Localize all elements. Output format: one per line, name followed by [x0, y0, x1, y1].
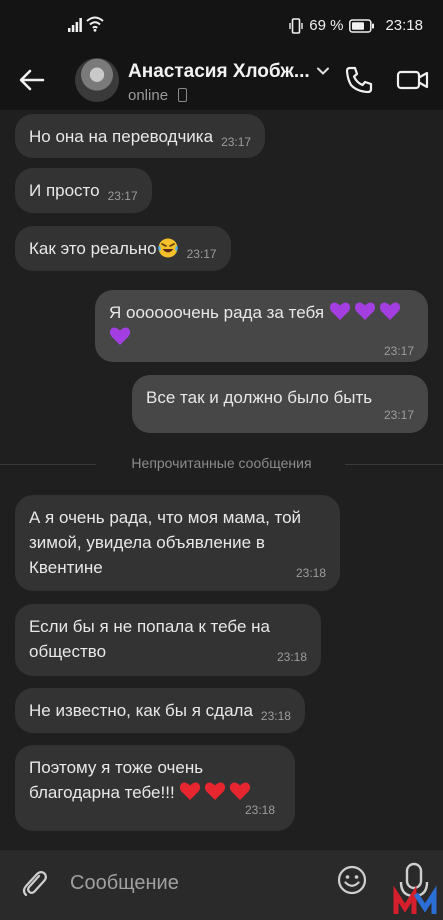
unread-divider-label: Непрочитанные сообщения [131, 455, 312, 471]
message-bubble-incoming[interactable]: Не известно, как бы я сдала 23:18 [15, 688, 305, 733]
unread-divider: Непрочитанные сообщения [0, 455, 443, 475]
smiley-icon[interactable] [336, 864, 368, 896]
message-text: Как это реально [29, 239, 157, 258]
message-time: 23:17 [186, 247, 217, 261]
message-text: Все так и должно было быть [146, 388, 373, 407]
battery-percent: 69 % [309, 17, 344, 34]
message-text: Я оооооочень рада за тебя [109, 303, 325, 322]
mobile-device-icon [178, 88, 187, 102]
message-bubble-incoming[interactable]: Но она на переводчика 23:17 [15, 114, 266, 158]
message-time: 23:18 [260, 709, 291, 723]
purple-heart-icon [109, 327, 131, 345]
red-hearts [179, 782, 254, 802]
phone-icon[interactable] [343, 64, 375, 96]
clock: 23:18 [385, 17, 423, 34]
microphone-icon[interactable] [392, 858, 438, 916]
message-bubble-outgoing[interactable]: Я оооооочень рада за тебя 23:17 [95, 290, 428, 362]
message-time: 23:17 [107, 189, 138, 203]
divider-line [345, 464, 443, 465]
message-bubble-incoming[interactable]: А я очень рада, что моя мама, той зимой,… [15, 495, 340, 591]
message-list[interactable]: Но она на переводчика 23:17 И просто 23:17… [0, 110, 443, 850]
purple-heart-icon [354, 302, 375, 320]
message-time: 23:17 [383, 344, 414, 358]
signal-icon [68, 18, 82, 32]
message-input[interactable] [70, 867, 325, 899]
video-camera-icon[interactable] [396, 64, 430, 96]
red-heart-icon [230, 782, 251, 800]
message-text: Но она на переводчика [29, 127, 214, 146]
red-heart-icon [205, 782, 226, 800]
contact-avatar[interactable] [75, 58, 119, 102]
contact-name[interactable]: Анастасия Хлобж... [128, 61, 313, 83]
message-text: Не известно, как бы я сдала [29, 701, 253, 720]
red-heart-icon [180, 782, 201, 800]
battery-icon [349, 18, 375, 33]
purple-heart-icon [379, 302, 400, 320]
composer-bar [0, 850, 443, 920]
message-text: Поэтому я тоже очень благодарна тебе!!! [29, 758, 204, 802]
purple-heart-icon [329, 302, 350, 320]
wifi-icon [86, 16, 104, 32]
message-bubble-incoming[interactable]: Если бы я не попала к тебе на общество 2… [15, 604, 321, 676]
message-bubble-outgoing[interactable]: Все так и должно было быть 23:17 [132, 375, 428, 433]
status-bar: 69 % 23:18 [0, 0, 443, 50]
message-time: 23:17 [221, 135, 252, 149]
paperclip-icon[interactable] [18, 867, 50, 899]
message-bubble-incoming[interactable]: Поэтому я тоже очень благодарна тебе!!! … [15, 745, 295, 831]
message-bubble-incoming[interactable]: И просто 23:17 [15, 168, 152, 213]
contact-status: online [128, 87, 169, 104]
message-time: 23:17 [383, 408, 414, 422]
chevron-down-icon[interactable] [316, 64, 330, 78]
back-arrow-icon[interactable] [16, 64, 48, 96]
vibrate-icon [289, 17, 303, 34]
message-bubble-incoming[interactable]: Как это реально 23:17 [15, 226, 231, 271]
laughing-tears-emoji-icon [157, 238, 178, 258]
message-time: 23:18 [245, 803, 276, 817]
message-text: И просто [29, 181, 100, 200]
chat-header: Анастасия Хлобж... online [0, 50, 443, 110]
